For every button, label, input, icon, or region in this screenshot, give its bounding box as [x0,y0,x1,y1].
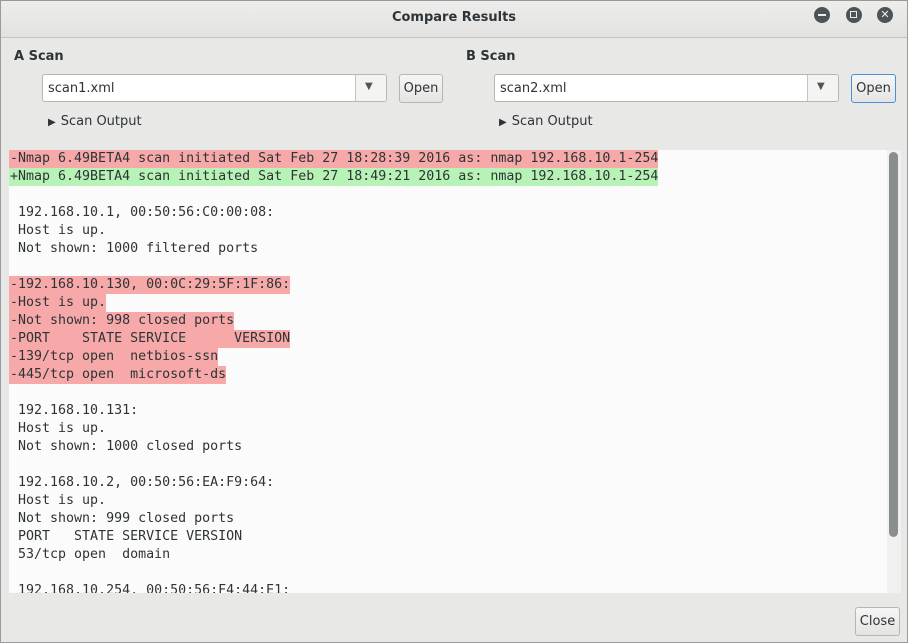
window-title: Compare Results [391,10,517,25]
diff-line-removed: -PORT STATE SERVICE VERSION [9,330,291,348]
diff-line: Not shown: 999 closed ports [10,511,235,526]
diff-line-added: +Nmap 6.49BETA4 scan initiated Sat Feb 2… [9,168,659,186]
diff-line: Host is up. [10,493,107,508]
b-scan-output-label: Scan Output [511,114,593,129]
minimize-icon [818,14,826,16]
b-scan-output-expander[interactable]: ▶ Scan Output [499,114,593,129]
diff-line: 192.168.10.254, 00:50:56:F4:44:E1: [10,583,291,593]
chevron-down-icon: ▼ [817,81,825,92]
diff-line-removed: -Nmap 6.49BETA4 scan initiated Sat Feb 2… [9,150,659,168]
diff-line [9,258,10,276]
diff-line: 192.168.10.2, 00:50:56:EA:F9:64: [10,475,275,490]
diff-scrollbar[interactable] [887,150,901,593]
diff-line-removed: -139/tcp open netbios-ssn [9,348,219,366]
diff-line-removed: -Host is up. [9,294,107,312]
a-scan-combobox[interactable]: scan1.xml ▼ [42,74,387,102]
close-button[interactable]: Close [855,607,900,636]
diff-line [9,384,10,402]
maximize-button[interactable] [846,7,862,23]
diff-text-view[interactable]: -Nmap 6.49BETA4 scan initiated Sat Feb 2… [9,150,887,593]
a-scan-open-button[interactable]: Open [399,74,443,103]
b-scan-combobox[interactable]: scan2.xml ▼ [494,74,839,102]
title-bar[interactable]: Compare Results ✕ [1,1,907,38]
b-scan-open-button[interactable]: Open [851,74,896,103]
scrollbar-thumb[interactable] [889,152,898,537]
expander-arrow-icon: ▶ [48,117,56,128]
close-window-button[interactable]: ✕ [877,7,893,23]
diff-line [9,456,10,474]
diff-line: Host is up. [10,421,107,436]
diff-line-removed: -192.168.10.130, 00:0C:29:5F:1F:86: [9,276,291,294]
a-scan-file: scan1.xml [48,81,115,96]
minimize-button[interactable] [814,7,830,23]
chevron-down-icon: ▼ [365,81,373,92]
diff-line: 192.168.10.131: [10,403,139,418]
maximize-icon [850,11,857,18]
diff-line: Host is up. [10,223,107,238]
b-scan-label: B Scan [466,49,516,64]
expander-arrow-icon: ▶ [499,117,507,128]
close-icon: ✕ [880,8,890,21]
diff-line: Not shown: 1000 closed ports [10,439,243,454]
diff-line: PORT STATE SERVICE VERSION [10,529,243,544]
diff-line [9,564,10,582]
diff-line [9,186,10,204]
b-scan-file: scan2.xml [500,81,567,96]
b-scan-dropdown-button[interactable]: ▼ [807,75,838,101]
a-scan-dropdown-button[interactable]: ▼ [355,75,386,101]
diff-line-removed: -445/tcp open microsoft-ds [9,366,227,384]
a-scan-output-expander[interactable]: ▶ Scan Output [48,114,142,129]
diff-line: Not shown: 1000 filtered ports [10,241,259,256]
diff-line: 192.168.10.1, 00:50:56:C0:00:08: [10,205,275,220]
a-scan-output-label: Scan Output [60,114,142,129]
compare-results-window: Compare Results ✕ A Scan scan1.xml ▼ Ope… [0,0,908,643]
diff-line: 53/tcp open domain [10,547,171,562]
a-scan-label: A Scan [14,49,64,64]
diff-line-removed: -Not shown: 998 closed ports [9,312,235,330]
